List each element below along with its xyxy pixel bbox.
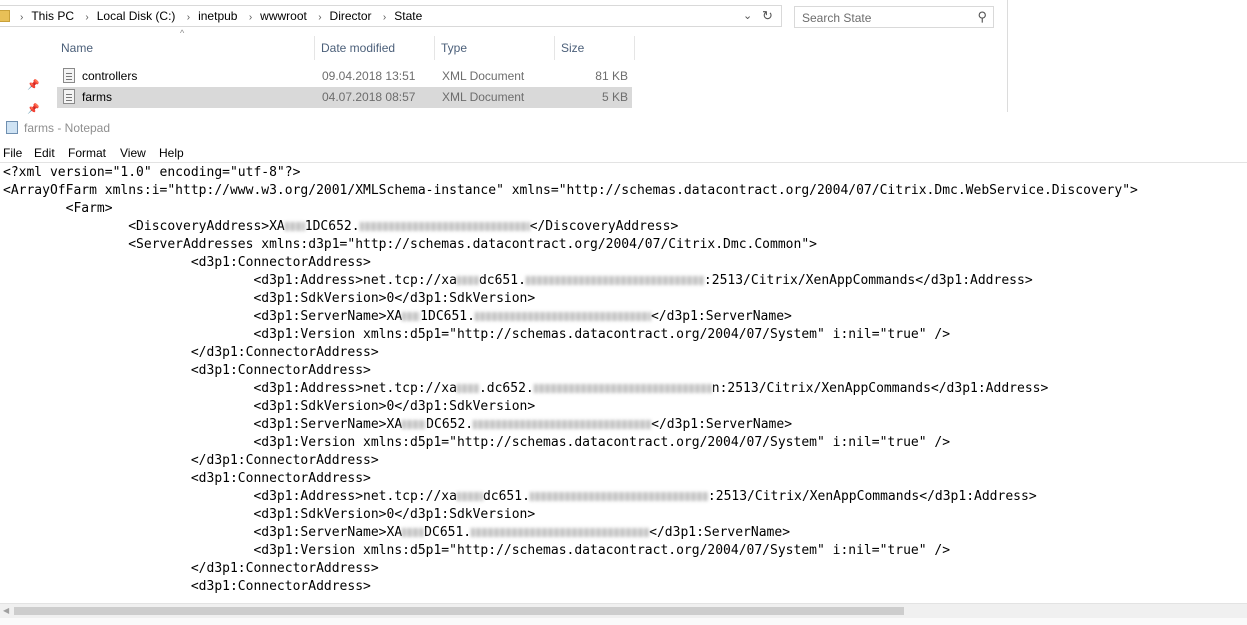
file-row-controllers[interactable]: controllers 09.04.2018 13:51 XML Documen… bbox=[57, 66, 632, 87]
chevron-right-icon: › bbox=[382, 12, 387, 23]
redacted-text bbox=[533, 384, 712, 393]
breadcrumb[interactable]: › This PC › Local Disk (C:) › inetpub › wwwr… bbox=[12, 9, 422, 23]
editor-line: </d3p1:ConnectorAddress> bbox=[3, 453, 379, 468]
breadcrumb-item[interactable]: Director bbox=[330, 9, 372, 23]
file-row-farms[interactable]: farms 04.07.2018 08:57 XML Document 5 KB bbox=[57, 87, 632, 108]
refresh-icon[interactable]: ↻ bbox=[762, 8, 773, 24]
menu-edit[interactable]: Edit bbox=[34, 146, 55, 160]
chevron-right-icon: › bbox=[186, 12, 191, 23]
redacted-text bbox=[456, 384, 479, 393]
chevron-right-icon: › bbox=[248, 12, 253, 23]
pin-icon[interactable]: 📌 bbox=[27, 80, 39, 91]
menu-format[interactable]: Format bbox=[68, 146, 106, 160]
file-type: XML Document bbox=[442, 69, 525, 83]
file-explorer-window: › This PC › Local Disk (C:) › inetpub › wwwr… bbox=[0, 0, 1008, 115]
file-size: 81 KB bbox=[595, 69, 628, 83]
redacted-text bbox=[474, 312, 651, 321]
editor-line: <DiscoveryAddress>XA 1DC652. </DiscoveryAd… bbox=[3, 219, 679, 234]
breadcrumb-item[interactable]: This PC bbox=[31, 9, 74, 23]
editor-line: <d3p1:ConnectorAddress> bbox=[3, 255, 371, 270]
folder-icon bbox=[0, 10, 10, 22]
editor-line: <d3p1:ServerName>XA DC651. </d3p1:ServerNa… bbox=[3, 525, 791, 540]
editor-line: <ArrayOfFarm xmlns:i="http://www.w3.org/… bbox=[3, 183, 1138, 198]
horizontal-scrollbar[interactable]: ◀ bbox=[0, 603, 1247, 618]
editor-line: <d3p1:Address>net.tcp://xa dc651.:2513/Ci… bbox=[3, 273, 1033, 288]
window-title: farms - Notepad bbox=[24, 121, 111, 135]
column-header-date-modified[interactable]: Date modified bbox=[315, 36, 435, 60]
divider bbox=[0, 162, 1247, 163]
chevron-right-icon: › bbox=[20, 12, 24, 23]
chevron-right-icon: › bbox=[318, 12, 322, 23]
editor-content[interactable]: <?xml version="1.0" encoding="utf-8"?> <A… bbox=[0, 164, 1247, 596]
editor-line: <d3p1:SdkVersion>0</d3p1:SdkVersion> bbox=[3, 399, 536, 414]
column-header-name[interactable]: Name bbox=[55, 36, 315, 60]
search-icon[interactable]: ⚲ bbox=[977, 9, 987, 25]
scrollbar-thumb[interactable] bbox=[14, 607, 904, 615]
file-date: 04.07.2018 08:57 bbox=[322, 90, 416, 104]
editor-line: <d3p1:Address>net.tcp://xa .dc652. n:2513/… bbox=[3, 381, 1049, 396]
xml-file-icon bbox=[63, 89, 75, 104]
window-bottom-edge bbox=[0, 618, 1247, 625]
editor-line: <ServerAddresses xmlns:d3p1="http://sche… bbox=[3, 237, 817, 252]
redacted-text bbox=[284, 222, 305, 231]
scroll-left-icon[interactable]: ◀ bbox=[3, 606, 9, 615]
editor-line: <d3p1:SdkVersion>0</d3p1:SdkVersion> bbox=[3, 507, 536, 522]
editor-line: <?xml version="1.0" encoding="utf-8"?> bbox=[3, 165, 301, 180]
pin-icon[interactable]: 📌 bbox=[27, 104, 39, 115]
editor-line: <d3p1:Address>net.tcp://xa dc651.:2513/Ci… bbox=[3, 489, 1037, 504]
breadcrumb-item[interactable]: State bbox=[394, 9, 422, 23]
column-header-size[interactable]: Size bbox=[555, 36, 635, 60]
redacted-text bbox=[473, 420, 652, 429]
file-name: controllers bbox=[82, 69, 138, 83]
redacted-text bbox=[471, 528, 650, 537]
redacted-text bbox=[456, 276, 479, 285]
column-header-type[interactable]: Type bbox=[435, 36, 555, 60]
file-size: 5 KB bbox=[601, 90, 628, 104]
menu-file[interactable]: File bbox=[3, 146, 22, 160]
editor-line: </d3p1:ConnectorAddress> bbox=[3, 345, 379, 360]
editor-line: </d3p1:ConnectorAddress> bbox=[3, 561, 379, 576]
editor-line: <d3p1:ConnectorAddress> bbox=[3, 579, 371, 594]
menu-view[interactable]: View bbox=[120, 146, 146, 160]
editor-line: <Farm> bbox=[3, 201, 113, 216]
search-placeholder: Search State bbox=[802, 11, 872, 25]
address-bar[interactable]: › This PC › Local Disk (C:) › inetpub › wwwr… bbox=[0, 5, 782, 27]
breadcrumb-item[interactable]: Local Disk (C:) bbox=[97, 9, 176, 23]
search-input[interactable]: Search State ⚲ bbox=[794, 6, 994, 28]
editor-line: <d3p1:SdkVersion>0</d3p1:SdkVersion> bbox=[3, 291, 536, 306]
editor-line: <d3p1:Version xmlns:d5p1="http://schemas… bbox=[3, 327, 951, 342]
editor-line: <d3p1:ServerName>XA 1DC651. </d3p1:ServerN… bbox=[3, 309, 792, 324]
breadcrumb-item[interactable]: wwwroot bbox=[260, 9, 307, 23]
notepad-title-bar[interactable]: farms - Notepad bbox=[0, 116, 1247, 140]
file-date: 09.04.2018 13:51 bbox=[322, 69, 416, 83]
editor-line: <d3p1:ConnectorAddress> bbox=[3, 471, 371, 486]
redacted-text bbox=[402, 312, 421, 321]
editor-line: <d3p1:Version xmlns:d5p1="http://schemas… bbox=[3, 435, 951, 450]
breadcrumb-item[interactable]: inetpub bbox=[198, 9, 237, 23]
menu-help[interactable]: Help bbox=[159, 146, 184, 160]
notepad-icon bbox=[6, 121, 18, 134]
editor-line: <d3p1:ConnectorAddress> bbox=[3, 363, 371, 378]
redacted-text bbox=[525, 276, 704, 285]
redacted-text bbox=[402, 528, 425, 537]
text-editor[interactable]: <?xml version="1.0" encoding="utf-8"?> <A… bbox=[0, 164, 1247, 602]
redacted-text bbox=[359, 222, 530, 231]
file-type: XML Document bbox=[442, 90, 525, 104]
chevron-right-icon: › bbox=[85, 12, 89, 23]
editor-line: <d3p1:Version xmlns:d5p1="http://schemas… bbox=[3, 543, 951, 558]
redacted-text bbox=[529, 492, 708, 501]
redacted-text bbox=[456, 492, 483, 501]
file-name: farms bbox=[82, 90, 112, 104]
redacted-text bbox=[402, 420, 427, 429]
xml-file-icon bbox=[63, 68, 75, 83]
chevron-down-icon[interactable]: ⌄ bbox=[743, 9, 752, 22]
editor-line: <d3p1:ServerName>XA DC652. </d3p1:ServerNa… bbox=[3, 417, 793, 432]
